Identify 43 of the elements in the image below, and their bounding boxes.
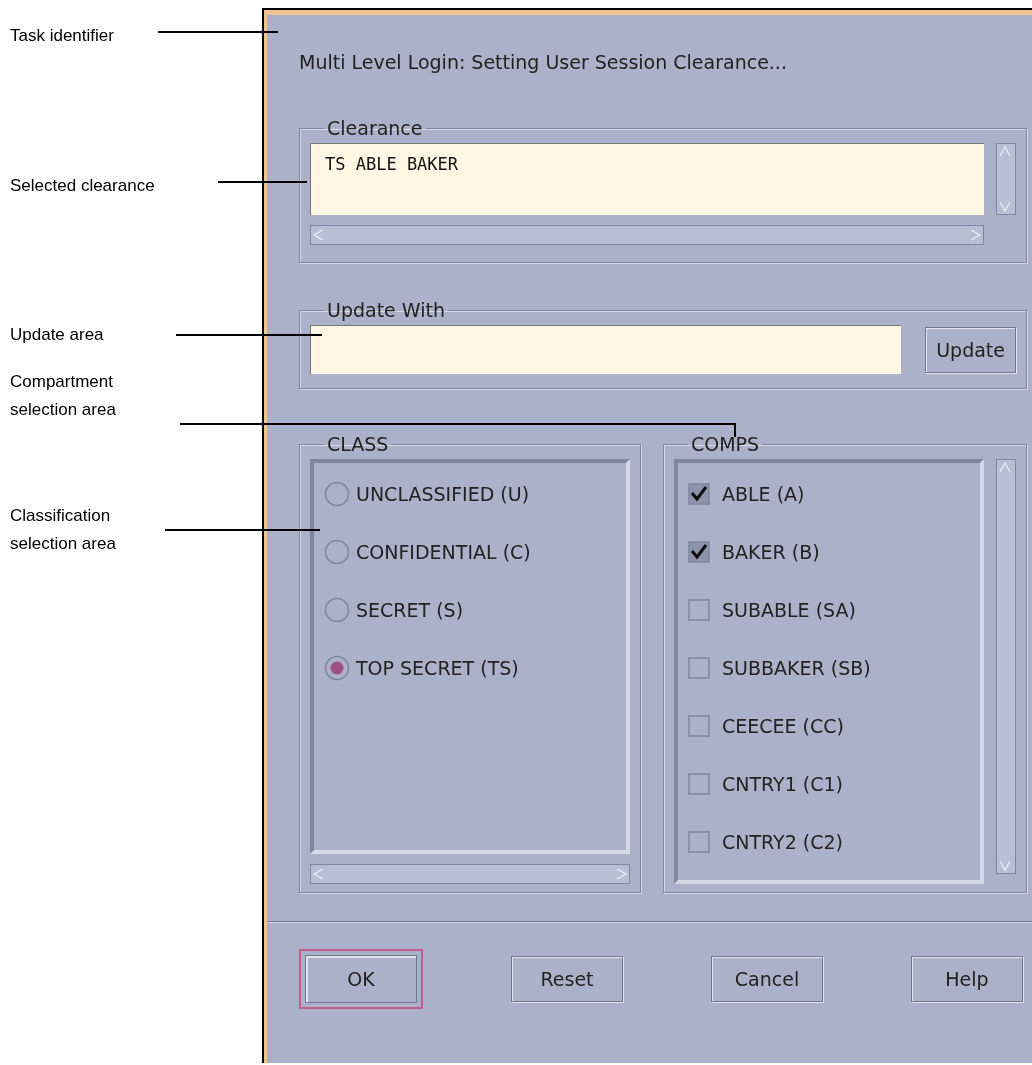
group-label: CLASS <box>326 433 390 455</box>
dialog-button[interactable]: OK <box>299 949 423 1009</box>
dialog-button[interactable]: Cancel <box>711 956 823 1002</box>
callout-label: Selected clearance <box>10 175 156 197</box>
update-button[interactable]: Update <box>925 326 1016 373</box>
callout-label: Classification selection area <box>10 505 117 555</box>
checkbox-option[interactable]: SUBABLE (SA) <box>688 591 970 629</box>
update-input-field[interactable] <box>310 325 902 374</box>
group-label: COMPS <box>690 433 761 455</box>
checkbox-option[interactable]: ABLE (A) <box>688 475 970 513</box>
callout-label: Compartment selection area <box>10 371 117 421</box>
radio-button[interactable] <box>324 655 350 681</box>
group-label: Update With <box>326 299 446 321</box>
checkbox-option[interactable]: CNTRY2 (C2) <box>688 823 970 861</box>
dialog-title: Multi Level Login: Setting User Session Clearance... <box>299 50 788 75</box>
checkbox-option[interactable]: BAKER (B) <box>688 533 970 571</box>
checkbox[interactable] <box>688 541 710 563</box>
checkbox-option[interactable]: CNTRY1 (C1) <box>688 765 970 803</box>
vertical-scrollbar[interactable] <box>996 459 1016 874</box>
horizontal-scrollbar[interactable] <box>310 864 630 884</box>
clearance-text-area[interactable]: TS ABLE BAKER <box>310 143 984 215</box>
radio-button[interactable] <box>324 481 350 507</box>
checkbox[interactable] <box>688 599 710 621</box>
radio-button[interactable] <box>324 597 350 623</box>
radio-option[interactable]: CONFIDENTIAL (C) <box>324 533 616 571</box>
vertical-scrollbar[interactable] <box>996 143 1016 215</box>
checkbox-option[interactable]: SUBBAKER (SB) <box>688 649 970 687</box>
callout-label: Task identifier <box>10 25 115 47</box>
checkbox[interactable] <box>688 657 710 679</box>
checkbox[interactable] <box>688 483 710 505</box>
radio-option[interactable]: SECRET (S) <box>324 591 616 629</box>
dialog-button[interactable]: Reset <box>511 956 623 1002</box>
callout-label: Update area <box>10 324 105 346</box>
dialog-button[interactable]: Help <box>911 956 1023 1002</box>
checkbox-option[interactable]: CEECEE (CC) <box>688 707 970 745</box>
horizontal-scrollbar[interactable] <box>310 225 984 245</box>
radio-option[interactable]: UNCLASSIFIED (U) <box>324 475 616 513</box>
checkbox[interactable] <box>688 715 710 737</box>
group-label: Clearance <box>326 117 424 139</box>
radio-option[interactable]: TOP SECRET (TS) <box>324 649 616 687</box>
checkbox[interactable] <box>688 831 710 853</box>
radio-button[interactable] <box>324 539 350 565</box>
checkbox[interactable] <box>688 773 710 795</box>
